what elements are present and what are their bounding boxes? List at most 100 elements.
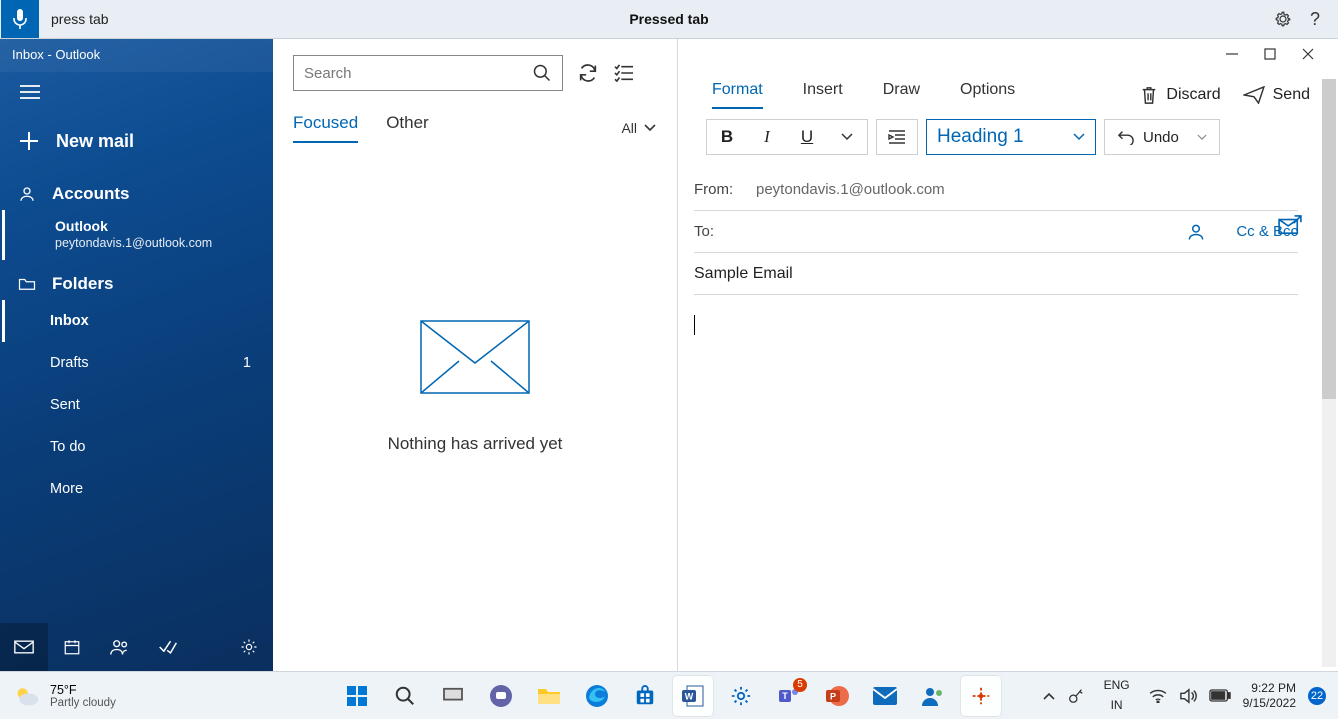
discard-label: Discard [1166,86,1220,104]
taskbar-app-chat[interactable] [481,676,521,716]
account-email: peytondavis.1@outlook.com [55,236,261,250]
tab-draw[interactable]: Draw [883,81,920,109]
style-dropdown[interactable]: Heading 1 [926,119,1096,155]
sidebar-folder-drafts[interactable]: Drafts 1 [0,342,273,384]
taskbar-app-store[interactable] [625,676,665,716]
search-button[interactable] [385,676,425,716]
person-icon [1186,222,1206,242]
tray-chevron-icon[interactable] [1043,691,1055,701]
underline-button[interactable]: U [787,120,827,154]
add-contact-button[interactable] [1186,222,1206,242]
search-input[interactable]: Search [293,55,563,91]
send-button[interactable]: Send [1243,86,1310,104]
taskbar-app-word[interactable]: W [673,676,713,716]
taskview-button[interactable] [433,676,473,716]
taskbar-app-edge[interactable] [577,676,617,716]
nav-todo-button[interactable] [144,623,192,671]
voice-button[interactable] [1,0,39,38]
close-icon[interactable] [1302,48,1314,60]
undo-label: Undo [1143,129,1179,146]
taskbar-app-mail[interactable] [865,676,905,716]
taskbar-app-teams[interactable]: T5 [769,676,809,716]
system-tray: ENG IN 9:22 PM 9/15/2022 22 [1043,676,1338,714]
search-placeholder: Search [304,65,352,82]
envelope-icon [420,320,530,394]
nav-settings-button[interactable] [225,623,273,671]
folder-label: To do [50,439,85,455]
checklist-icon [613,64,635,82]
hamburger-button[interactable] [0,72,273,112]
italic-button[interactable]: I [747,120,787,154]
svg-text:T: T [782,691,788,701]
gear-icon[interactable] [1274,10,1292,28]
store-icon [634,685,656,707]
font-more-button[interactable] [827,120,867,154]
lang-line2: IN [1111,699,1123,712]
snip-icon [970,685,992,707]
weather-widget[interactable]: 75°F Partly cloudy [0,683,116,709]
sidebar-folder-sent[interactable]: Sent [0,384,273,426]
mail-icon [872,686,898,706]
nav-people-button[interactable] [96,623,144,671]
sidebar-account[interactable]: Outlook peytondavis.1@outlook.com [2,210,273,260]
taskbar-app-snip[interactable] [961,676,1001,716]
sidebar-folder-more[interactable]: More [0,468,273,510]
chevron-down-icon [841,133,853,141]
taskbar-app-people[interactable] [913,676,953,716]
trash-icon [1140,85,1158,105]
tab-options[interactable]: Options [960,81,1015,109]
clock[interactable]: 9:22 PM 9/15/2022 [1243,681,1296,710]
accounts-label: Accounts [52,184,129,204]
new-mail-label: New mail [56,131,134,152]
empty-text: Nothing has arrived yet [388,434,563,454]
gear-icon [730,685,752,707]
sidebar-folder-todo[interactable]: To do [0,426,273,468]
window-controls [678,39,1338,69]
accounts-header[interactable]: Accounts [0,170,273,210]
text-cursor [694,315,695,335]
minimize-icon[interactable] [1226,48,1238,60]
folder-count: 1 [243,355,251,371]
select-mode-button[interactable] [613,62,635,84]
start-button[interactable] [337,676,377,716]
help-icon[interactable]: ? [1310,9,1320,30]
style-label: Heading 1 [937,126,1024,148]
folders-header[interactable]: Folders [0,260,273,300]
taskbar: 75°F Partly cloudy W T5 P ENG IN 9:22 PM… [0,671,1338,719]
search-icon [394,685,416,707]
from-field[interactable]: From: peytondavis.1@outlook.com [694,169,1298,211]
bold-button[interactable]: B [707,120,747,154]
taskview-icon [442,687,464,705]
gear-icon [240,638,258,656]
refresh-button[interactable] [577,62,599,84]
taskbar-app-explorer[interactable] [529,676,569,716]
sidebar: Inbox - Outlook New mail Accounts Outloo… [0,39,273,671]
indent-button[interactable] [877,120,917,154]
taskbar-app-powerpoint[interactable]: P [817,676,857,716]
powerpoint-icon: P [825,684,849,708]
popout-icon[interactable] [1278,215,1302,235]
battery-icon[interactable] [1209,689,1231,702]
input-mode-icon[interactable] [1067,687,1085,705]
tab-format[interactable]: Format [712,81,763,109]
notification-badge[interactable]: 22 [1308,687,1326,705]
language-indicator[interactable]: ENG IN [1097,676,1137,714]
to-field[interactable]: To: Cc & Bcc [694,211,1298,253]
tab-insert[interactable]: Insert [803,81,843,109]
sidebar-folder-inbox[interactable]: Inbox [2,300,273,342]
discard-button[interactable]: Discard [1140,85,1220,105]
subject-field[interactable]: Sample Email [694,253,1298,295]
undo-button[interactable]: Undo [1104,119,1220,155]
maximize-icon[interactable] [1264,48,1276,60]
scrollbar[interactable] [1322,79,1336,667]
volume-icon[interactable] [1179,688,1197,704]
weather-cond: Partly cloudy [50,697,116,709]
wifi-icon[interactable] [1149,689,1167,703]
hamburger-icon [20,85,40,99]
new-mail-button[interactable]: New mail [0,112,273,170]
nav-mail-button[interactable] [0,623,48,671]
nav-calendar-button[interactable] [48,623,96,671]
taskbar-app-settings[interactable] [721,676,761,716]
badge-count: 5 [793,678,807,692]
compose-body[interactable] [678,295,1338,355]
